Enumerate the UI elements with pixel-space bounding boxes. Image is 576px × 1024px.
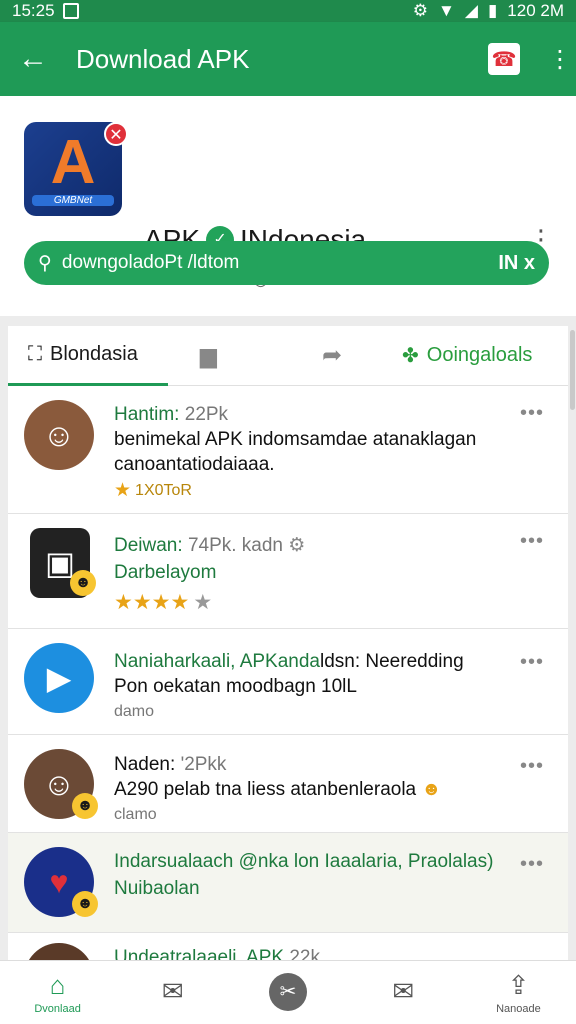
battery-icon: ▮ <box>487 1 498 20</box>
item-rating: ★ 1X0ToR <box>114 479 192 502</box>
nav-chat[interactable]: ✉ <box>115 961 230 1024</box>
item-name: Indarsualaach @nka lon Iaaalaria, Praola… <box>114 851 494 872</box>
nav-download[interactable]: ⌂ Dvonlaad <box>0 961 115 1024</box>
download-bar-right[interactable]: IN x <box>498 252 535 275</box>
star-icon: ★ <box>114 480 132 501</box>
comment-icon: ▆ <box>200 342 217 368</box>
app-bar: ← Download APK ☎ ⋮ <box>0 22 576 96</box>
phone-icon[interactable]: ☎ <box>488 43 520 75</box>
item-name: Naden: '2Pkk <box>114 754 227 775</box>
item-name: Hantim: 22Pk <box>114 404 229 425</box>
item-name: Naniaharkaali, APKandaldsn: Neeredding <box>114 651 464 672</box>
list-item[interactable]: ▶ Naniaharkaali, APKandaldsn: Neeredding… <box>8 629 568 735</box>
wifi-icon: ▼ <box>438 1 455 20</box>
status-bar: 15:25 ⚙ ▼ ◢ ▮ 120 2M <box>0 0 576 22</box>
list-item[interactable]: ☺ Hantim: 22Pk benimekal APK indomsamdae… <box>8 386 568 514</box>
nav-tools[interactable]: ✂ <box>230 961 345 1024</box>
app-icon-label: GMBNet <box>32 195 114 206</box>
item-more-icon[interactable]: ••• <box>520 402 544 425</box>
tab-bar: ⛶ Blondasia ▆ ➦ ✤ Ooingaloals <box>8 326 568 386</box>
list-item[interactable]: ▣ ☻ Deiwan: 74Pk. kadn ⚙ Darbelayom ★★★★… <box>8 514 568 629</box>
star-icon: ★★★★ <box>114 591 190 614</box>
item-body: Nuibaolan <box>114 878 200 899</box>
item-body: A290 pelab tna liess atanbenleraola ☻ <box>114 779 442 800</box>
item-rating: ★★★★ ★ <box>114 590 212 615</box>
nav-upload-label: Nanoade <box>496 1003 541 1015</box>
network-icon: ⚙ <box>412 1 429 20</box>
nav-mail[interactable]: ✉ <box>346 961 461 1024</box>
store-icon: ⛶ <box>28 342 42 365</box>
star-empty-icon: ★ <box>193 591 213 614</box>
status-time: 15:25 <box>12 1 55 20</box>
nav-download-label: Dvonlaad <box>34 1003 81 1015</box>
tab-blondasia[interactable]: ⛶ Blondasia <box>8 326 168 386</box>
item-more-icon[interactable]: ••• <box>520 530 544 553</box>
rating-note: 1X0ToR <box>135 481 192 499</box>
list-item[interactable]: ♥ ☻ Indarsualaach @nka lon Iaaalaria, Pr… <box>8 833 568 933</box>
tab-downloads-label: Ooingaloals <box>426 344 533 366</box>
scrollbar[interactable] <box>570 330 575 410</box>
page-title: Download APK <box>76 43 250 74</box>
download-bar-text: downgoladoPt /ldtom <box>61 252 240 273</box>
share-icon: ➦ <box>322 342 343 369</box>
upload-icon: ⇪ <box>507 970 530 1000</box>
bottom-nav: ⌂ Dvonlaad ✉ ✂ ✉ ⇪ Nanoade <box>0 960 576 1024</box>
emoji-icon: ☻ <box>72 891 98 917</box>
mail-icon: ✉ <box>392 976 415 1006</box>
emoji-icon: ☻ <box>72 793 98 819</box>
signal-icon: ◢ <box>464 1 478 20</box>
item-body: Darbelayom <box>114 562 217 583</box>
tab-share[interactable]: ➦ <box>322 326 342 386</box>
back-arrow-icon[interactable]: ← <box>18 42 58 76</box>
item-name: Deiwan: 74Pk. kadn ⚙ <box>114 535 306 556</box>
item-more-icon[interactable]: ••• <box>520 755 544 778</box>
feed-panel: ⛶ Blondasia ▆ ➦ ✤ Ooingaloals ☺ Hantim: … <box>8 326 568 966</box>
app-icon-letter: A <box>50 128 96 197</box>
avatar: ▶ <box>24 643 94 713</box>
tools-icon: ✂ <box>269 972 307 1011</box>
emoji-icon: ☻ <box>70 570 96 596</box>
item-more-icon[interactable]: ••• <box>520 853 544 876</box>
list-item[interactable]: ☺ ☻ Naden: '2Pkk A290 pelab tna liess at… <box>8 735 568 833</box>
tab-blondasia-label: Blondasia <box>50 342 138 365</box>
close-badge-icon[interactable]: ✕ <box>104 122 128 146</box>
emoji-icon: ☻ <box>421 779 442 800</box>
item-body: benimekal APK indomsamdae atanaklagan ca… <box>114 429 477 475</box>
item-sub: damo <box>114 703 155 720</box>
download-search-bar[interactable]: ⚲ downgoladoPt /ldtom IN x <box>24 241 549 285</box>
item-body: Pon oekatan moodbagn 10lL <box>114 676 357 697</box>
tab-comments[interactable]: ▆ <box>200 326 217 386</box>
more-vert-icon[interactable]: ⋮ <box>548 45 572 74</box>
tab-downloads[interactable]: ✤ Ooingaloals <box>402 326 532 386</box>
chat-icon: ✉ <box>161 976 184 1006</box>
item-more-icon[interactable]: ••• <box>520 651 544 674</box>
search-icon: ⚲ <box>38 252 52 274</box>
clover-icon: ✤ <box>402 345 419 367</box>
item-sub: clamo <box>114 806 157 823</box>
notification-icon <box>62 3 79 19</box>
avatar: ☺ <box>24 400 94 470</box>
status-right-time: 120 2M <box>507 1 564 20</box>
nav-upload[interactable]: ⇪ Nanoade <box>461 961 576 1024</box>
home-icon: ⌂ <box>49 970 66 1000</box>
